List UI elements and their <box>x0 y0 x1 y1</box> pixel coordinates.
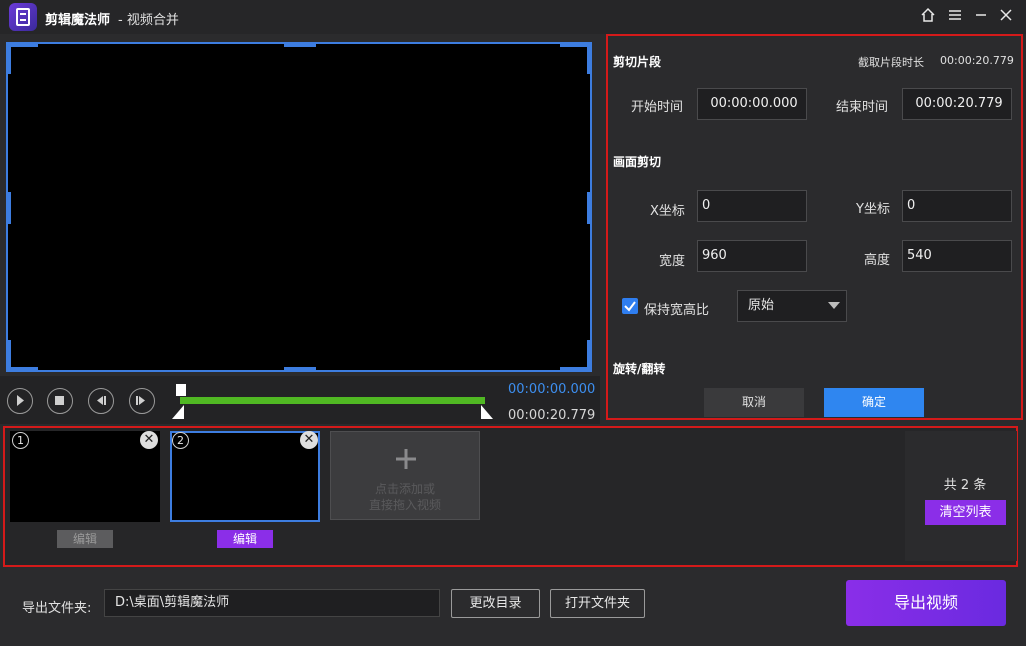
crop-handle-bl-v[interactable] <box>6 340 11 372</box>
duration-value: 00:00:20.779 <box>940 54 1014 67</box>
prev-frame-icon <box>97 396 106 405</box>
change-dir-button[interactable]: 更改目录 <box>451 589 540 618</box>
crop-handle-br-v[interactable] <box>587 340 592 372</box>
prev-frame-button[interactable] <box>88 388 114 414</box>
current-time: 00:00:00.000 <box>508 382 596 397</box>
segment-title: 剪切片段 <box>613 55 662 69</box>
keep-ratio-checkbox[interactable] <box>622 298 638 314</box>
confirm-button[interactable]: 确定 <box>824 388 924 417</box>
remove-clip-1-icon[interactable]: ✕ <box>140 431 158 449</box>
play-button[interactable] <box>7 388 33 414</box>
crop-handle-left[interactable] <box>6 192 11 224</box>
y-coord-label: Y坐标 <box>856 202 890 217</box>
end-time-label: 结束时间 <box>836 100 889 115</box>
edit-clip-1-button[interactable]: 编辑 <box>57 530 113 548</box>
export-video-button[interactable]: 导出视频 <box>846 580 1006 626</box>
x-coord-label: X坐标 <box>650 204 685 219</box>
export-folder-input[interactable]: D:\桌面\剪辑魔法师 <box>104 589 440 617</box>
menu-icon[interactable] <box>945 7 965 27</box>
keep-ratio-label: 保持宽高比 <box>644 303 710 318</box>
chevron-down-icon <box>828 302 840 309</box>
app-title: 剪辑魔法师 <box>45 13 111 28</box>
open-folder-button[interactable]: 打开文件夹 <box>550 589 645 618</box>
y-coord-input[interactable]: 0 <box>902 190 1012 222</box>
add-hint-line1: 点击添加或 <box>374 482 435 496</box>
clip-count: 共 2 条 <box>943 478 987 493</box>
home-icon[interactable] <box>918 7 938 27</box>
timeline-end-handle[interactable] <box>481 404 493 423</box>
add-hint-line2: 直接拖入视频 <box>368 498 441 512</box>
video-preview[interactable] <box>6 42 592 372</box>
crop-title: 画面剪切 <box>613 155 662 169</box>
cancel-button[interactable]: 取消 <box>704 388 804 417</box>
crop-handle-right[interactable] <box>587 192 592 224</box>
total-time: 00:00:20.779 <box>508 408 596 423</box>
height-input[interactable]: 540 <box>902 240 1012 272</box>
crop-handle-bottom[interactable] <box>284 367 316 372</box>
checkmark-icon <box>624 301 636 312</box>
stop-button[interactable] <box>47 388 73 414</box>
clip-index-badge-1: 1 <box>12 432 29 449</box>
timeline-range[interactable] <box>180 397 485 404</box>
end-time-input[interactable]: 00:00:20.779 <box>902 88 1012 120</box>
play-icon <box>17 395 24 406</box>
next-frame-icon <box>136 396 145 405</box>
clip-thumbnail-1[interactable] <box>10 431 160 522</box>
crop-handle-tl-v[interactable] <box>6 42 11 74</box>
window-subtitle: - 视频合并 <box>118 13 179 28</box>
export-folder-label: 导出文件夹: <box>22 601 92 616</box>
height-label: 高度 <box>864 253 891 268</box>
ratio-select-value: 原始 <box>748 298 775 313</box>
clip-index-badge-2: 2 <box>172 432 189 449</box>
close-icon[interactable] <box>996 7 1016 27</box>
start-time-label: 开始时间 <box>631 100 684 115</box>
edit-clip-2-button[interactable]: 编辑 <box>217 530 273 548</box>
add-clip-button[interactable]: 点击添加或 直接拖入视频 <box>330 431 480 520</box>
next-frame-button[interactable] <box>129 388 155 414</box>
duration-label: 截取片段时长 <box>858 56 924 69</box>
stop-icon <box>55 396 64 405</box>
timeline-start-handle[interactable] <box>172 404 184 423</box>
width-label: 宽度 <box>659 254 686 269</box>
crop-handle-top[interactable] <box>284 42 316 47</box>
app-logo-icon <box>9 3 37 31</box>
width-input[interactable]: 960 <box>697 240 807 272</box>
timeline-start-marker[interactable] <box>176 384 186 396</box>
remove-clip-2-icon[interactable]: ✕ <box>300 431 318 449</box>
x-coord-input[interactable]: 0 <box>697 190 807 222</box>
rotate-title: 旋转/翻转 <box>613 362 666 376</box>
plus-icon <box>396 449 416 469</box>
clip-count-panel <box>905 431 1017 561</box>
crop-handle-tr-v[interactable] <box>587 42 592 74</box>
start-time-input[interactable]: 00:00:00.000 <box>697 88 807 120</box>
minimize-icon[interactable] <box>971 7 991 27</box>
clear-list-button[interactable]: 清空列表 <box>925 500 1006 525</box>
ratio-select[interactable]: 原始 <box>737 290 847 322</box>
clip-thumbnail-2[interactable] <box>170 431 320 522</box>
